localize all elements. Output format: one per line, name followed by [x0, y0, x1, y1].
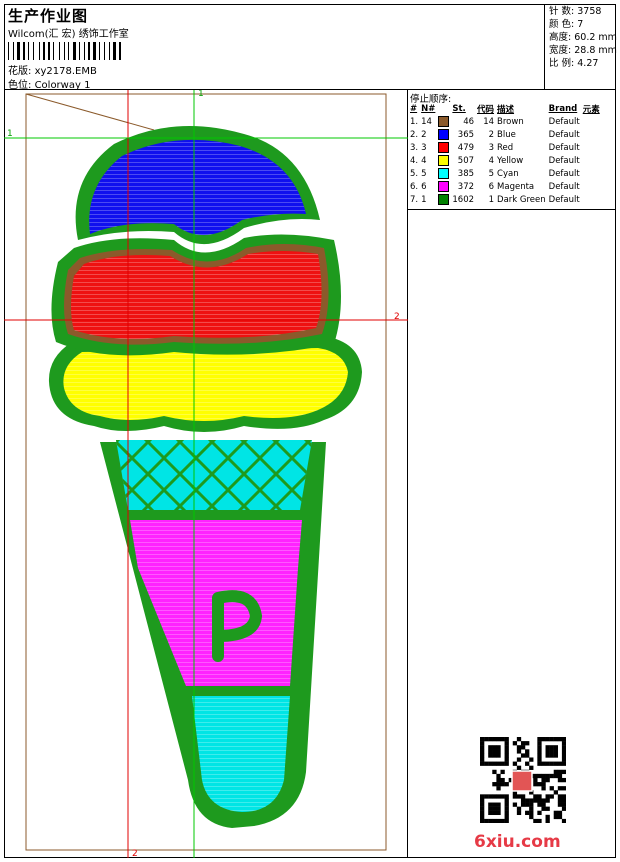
- col-code: 代码: [477, 105, 495, 115]
- row-swatch: [438, 128, 452, 141]
- row-brand: Default: [548, 181, 580, 192]
- col-needle: N#: [421, 104, 436, 114]
- col-swatch: [438, 103, 452, 115]
- stat-stitches: 针 数: 3758: [549, 6, 602, 17]
- color-swatch: [438, 155, 450, 166]
- stat-colors: 颜 色: 7: [549, 19, 584, 30]
- row-index: 4.: [410, 155, 419, 166]
- row-stitches: 507: [457, 155, 475, 166]
- guide-label-h1: 1: [7, 129, 13, 139]
- start-line: [25, 93, 155, 131]
- row-desc: Red: [497, 142, 514, 153]
- row-needle: 5: [421, 168, 427, 179]
- stop-sequence-panel: 停止顺序: # N# St. 代码 描述 Brand 元素 1. 14 46 14 Br…: [408, 90, 616, 210]
- row-brand: Default: [548, 142, 580, 153]
- row-code: 1: [488, 194, 495, 205]
- row-needle: 2: [421, 129, 427, 140]
- row-swatch: [438, 154, 452, 167]
- row-swatch: [438, 115, 452, 128]
- cone-group: [100, 440, 326, 828]
- table-header-row: # N# St. 代码 描述 Brand 元素: [410, 103, 603, 115]
- row-code: 14: [483, 116, 495, 127]
- row-swatch: [438, 180, 452, 193]
- blue-scoop: [75, 126, 320, 245]
- row-brand: Default: [548, 129, 580, 140]
- color-swatch: [438, 168, 450, 179]
- row-brand: Default: [548, 168, 580, 179]
- table-row: 2. 2 365 2 Blue Default: [410, 128, 603, 141]
- row-stitches: 365: [457, 129, 475, 140]
- row-brand: Default: [548, 116, 580, 127]
- table-row: 7. 1 1602 1 Dark Green Default: [410, 193, 603, 206]
- row-index: 3.: [410, 142, 419, 153]
- watermark: 6xiu.com: [474, 832, 561, 852]
- table-row: 5. 5 385 5 Cyan Default: [410, 167, 603, 180]
- table-row: 3. 3 479 3 Red Default: [410, 141, 603, 154]
- color-swatch: [438, 142, 450, 153]
- row-needle: 6: [421, 181, 427, 192]
- row-index: 5.: [410, 168, 419, 179]
- row-swatch: [438, 141, 452, 154]
- stat-width: 宽度: 28.8 mm: [549, 45, 617, 56]
- row-swatch: [438, 167, 452, 180]
- col-index: #: [410, 104, 418, 114]
- row-needle: 1: [421, 194, 427, 205]
- table-row: 1. 14 46 14 Brown Default: [410, 115, 603, 128]
- header: 生产作业图 Wilcom(汇 宏) 绣饰工作室 花版: xy2178.EMB 色…: [4, 4, 617, 91]
- row-code: 4: [488, 155, 495, 166]
- embroidery-preview: 1 1 2 2: [4, 89, 408, 859]
- page-title: 生产作业图: [8, 7, 89, 25]
- pattern-line: 花版: xy2178.EMB: [8, 62, 97, 77]
- row-index: 2.: [410, 129, 419, 140]
- guide-label-h2: 2: [394, 312, 400, 322]
- design-area: 1 1 2 2: [4, 89, 408, 859]
- stat-scale: 比 例: 4.27: [549, 58, 599, 69]
- red-scoop: [51, 234, 342, 356]
- row-stitches: 372: [457, 181, 475, 192]
- table-row: 4. 4 507 4 Yellow Default: [410, 154, 603, 167]
- row-index: 6.: [410, 181, 419, 192]
- col-brand: Brand: [548, 104, 578, 114]
- row-desc: Magenta: [497, 181, 535, 192]
- row-desc: Cyan: [497, 168, 519, 179]
- row-code: 5: [488, 168, 495, 179]
- row-swatch: [438, 193, 452, 206]
- row-needle: 14: [421, 116, 432, 127]
- col-desc: 描述: [497, 105, 515, 115]
- row-index: 1.: [410, 116, 419, 127]
- guide-label-v2: 2: [132, 849, 138, 858]
- studio-name: Wilcom(汇 宏) 绣饰工作室: [8, 29, 129, 40]
- color-swatch: [438, 116, 450, 127]
- color-swatch: [438, 194, 450, 205]
- stop-sequence-table: # N# St. 代码 描述 Brand 元素 1. 14 46 14 Brown Def…: [410, 103, 603, 206]
- row-desc: Yellow: [497, 155, 524, 166]
- row-needle: 4: [421, 155, 427, 166]
- row-code: 2: [488, 129, 495, 140]
- color-swatch: [438, 181, 450, 192]
- row-brand: Default: [548, 194, 580, 205]
- row-index: 7.: [410, 194, 419, 205]
- stats-box: 针 数: 3758 颜 色: 7 高度: 60.2 mm 宽度: 28.8 mm…: [544, 4, 617, 90]
- row-stitches: 46: [463, 116, 475, 127]
- colorway-line: 色位: Colorway 1: [8, 76, 90, 91]
- row-code: 3: [488, 142, 495, 153]
- row-code: 6: [488, 181, 495, 192]
- guide-label-v1: 1: [198, 90, 204, 99]
- stat-height: 高度: 60.2 mm: [549, 32, 617, 43]
- row-needle: 3: [421, 142, 427, 153]
- row-desc: Dark Green: [497, 194, 546, 205]
- row-stitches: 1602: [452, 194, 475, 205]
- row-stitches: 479: [457, 142, 475, 153]
- col-element: 元素: [582, 105, 600, 115]
- row-desc: Brown: [497, 116, 524, 127]
- color-swatch: [438, 129, 450, 140]
- barcode-icon: [8, 42, 121, 60]
- row-stitches: 385: [457, 168, 475, 179]
- col-stitches: St.: [452, 104, 466, 114]
- qr-code-icon: [480, 737, 566, 823]
- row-desc: Blue: [497, 129, 516, 140]
- row-brand: Default: [548, 155, 580, 166]
- table-row: 6. 6 372 6 Magenta Default: [410, 180, 603, 193]
